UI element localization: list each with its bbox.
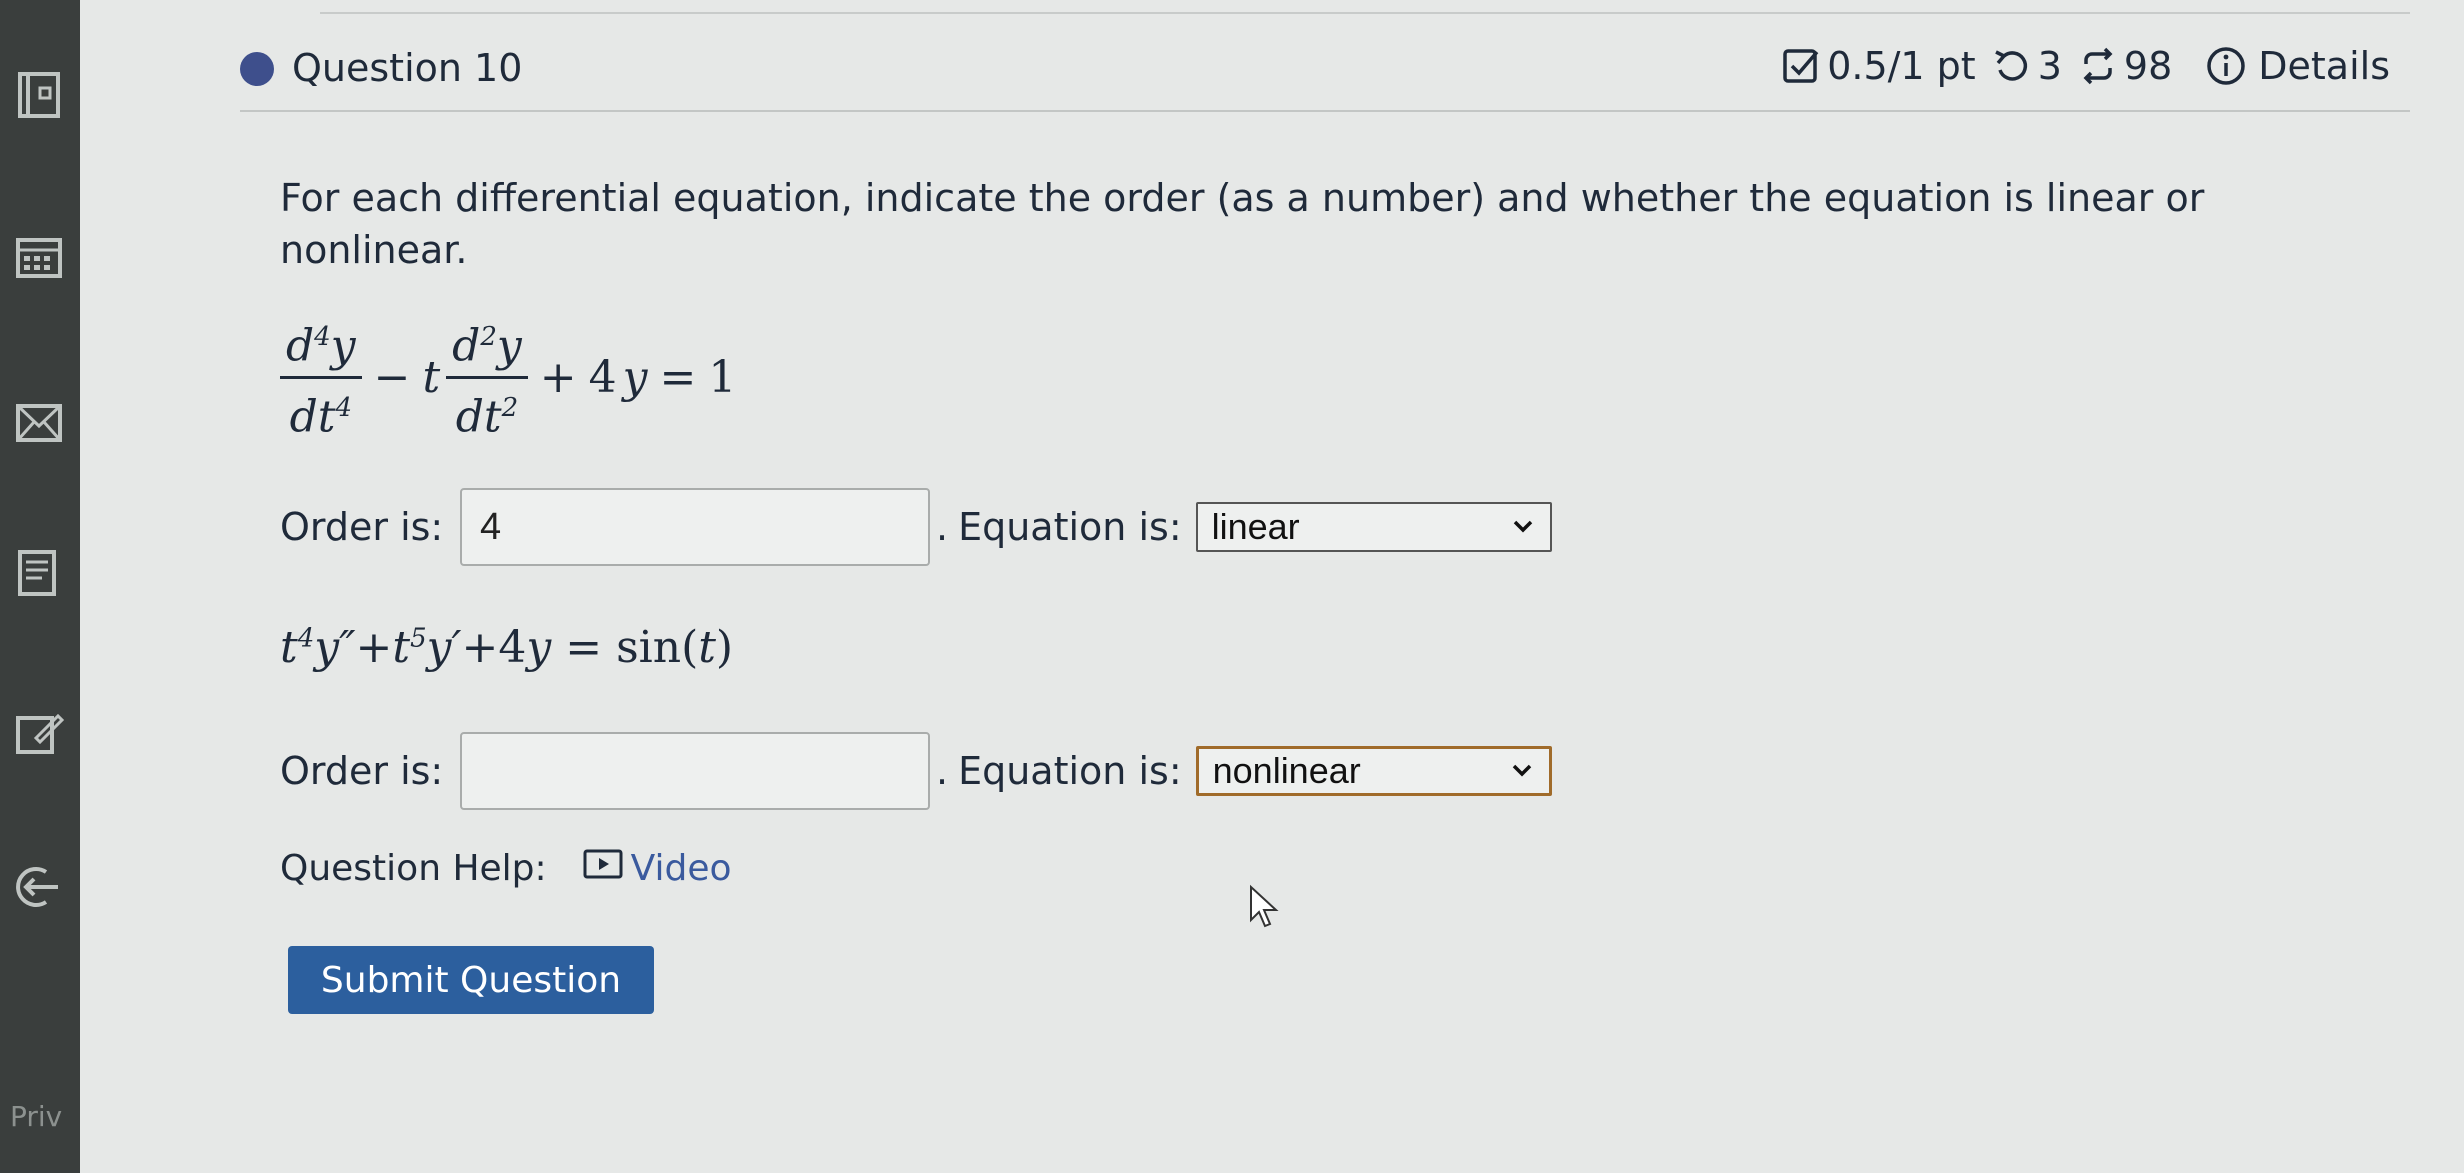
question-prompt: For each differential equation, indicate…	[280, 176, 2205, 272]
checkbox-icon	[1781, 46, 1821, 86]
details-button[interactable]: Details	[2206, 44, 2390, 88]
sidebar-footer-text: Priv	[10, 1100, 63, 1133]
details-label: Details	[2258, 44, 2390, 88]
attempts-count: 98	[2123, 44, 2173, 88]
retries-badge: 3	[1992, 44, 2062, 88]
equation-label: Equation is:	[958, 505, 1182, 549]
part1-row: Order is: 4 . Equation is: linear	[280, 488, 1552, 566]
score-badge: 0.5/1 pt	[1781, 44, 1976, 88]
equation-select-value: linear	[1211, 506, 1300, 547]
equation-label: Equation is:	[958, 749, 1182, 793]
submit-question-button[interactable]: Submit Question	[288, 946, 654, 1014]
order-label: Order is:	[280, 749, 444, 793]
mouse-cursor-icon	[1250, 884, 1279, 928]
chevron-down-icon	[1510, 506, 1536, 548]
period: .	[936, 505, 949, 549]
video-link[interactable]: Video	[583, 848, 732, 889]
equation-1: d4y dt4 − t d2y dt2 +4 y = 1	[280, 308, 736, 446]
mail-icon[interactable]	[14, 398, 64, 448]
question-help: Question Help: Video	[280, 848, 732, 889]
order-input-1[interactable]: 4	[460, 488, 930, 566]
score-text: 0.5/1 pt	[1827, 44, 1976, 88]
question-header: Question 10 0.5/1 pt 3 98 Details	[240, 40, 2410, 112]
equation-select-1[interactable]: linear	[1195, 502, 1552, 552]
retries-count: 3	[2037, 44, 2062, 88]
book-icon[interactable]	[14, 70, 64, 120]
play-icon	[583, 848, 623, 889]
main-content: Question 10 0.5/1 pt 3 98 Details For ea…	[80, 0, 2464, 1173]
video-label: Video	[630, 848, 732, 889]
attempts-badge: 98	[2078, 44, 2172, 88]
fraction-d2y-dt2: d2y dt2	[446, 308, 528, 446]
info-icon	[2206, 46, 2246, 86]
equation-select-value: nonlinear	[1212, 750, 1361, 791]
part2-row: Order is: . Equation is: nonlinear	[280, 732, 1552, 810]
question-title: Question 10	[292, 46, 523, 90]
question-meta: 0.5/1 pt 3 98 Details	[1781, 44, 2390, 88]
divider	[320, 12, 2410, 14]
retry-icon	[1992, 46, 2032, 86]
period: .	[936, 749, 949, 793]
chevron-down-icon	[1509, 750, 1535, 792]
repeat-icon	[2078, 46, 2118, 86]
notes-icon[interactable]	[14, 548, 64, 598]
logout-icon[interactable]	[14, 862, 64, 912]
fraction-d4y-dt4: d4y dt4	[280, 308, 362, 446]
calendar-icon[interactable]	[14, 232, 64, 282]
equation-select-2[interactable]: nonlinear	[1195, 746, 1552, 796]
help-label: Question Help:	[280, 848, 547, 889]
sidebar: Priv	[0, 0, 82, 1173]
order-input-2[interactable]	[460, 732, 930, 810]
order-label: Order is:	[280, 505, 444, 549]
edit-icon[interactable]	[14, 708, 65, 758]
equation-2: t4y″+t5y′+4y = sin(t)	[280, 622, 734, 673]
status-dot-icon	[240, 52, 274, 86]
